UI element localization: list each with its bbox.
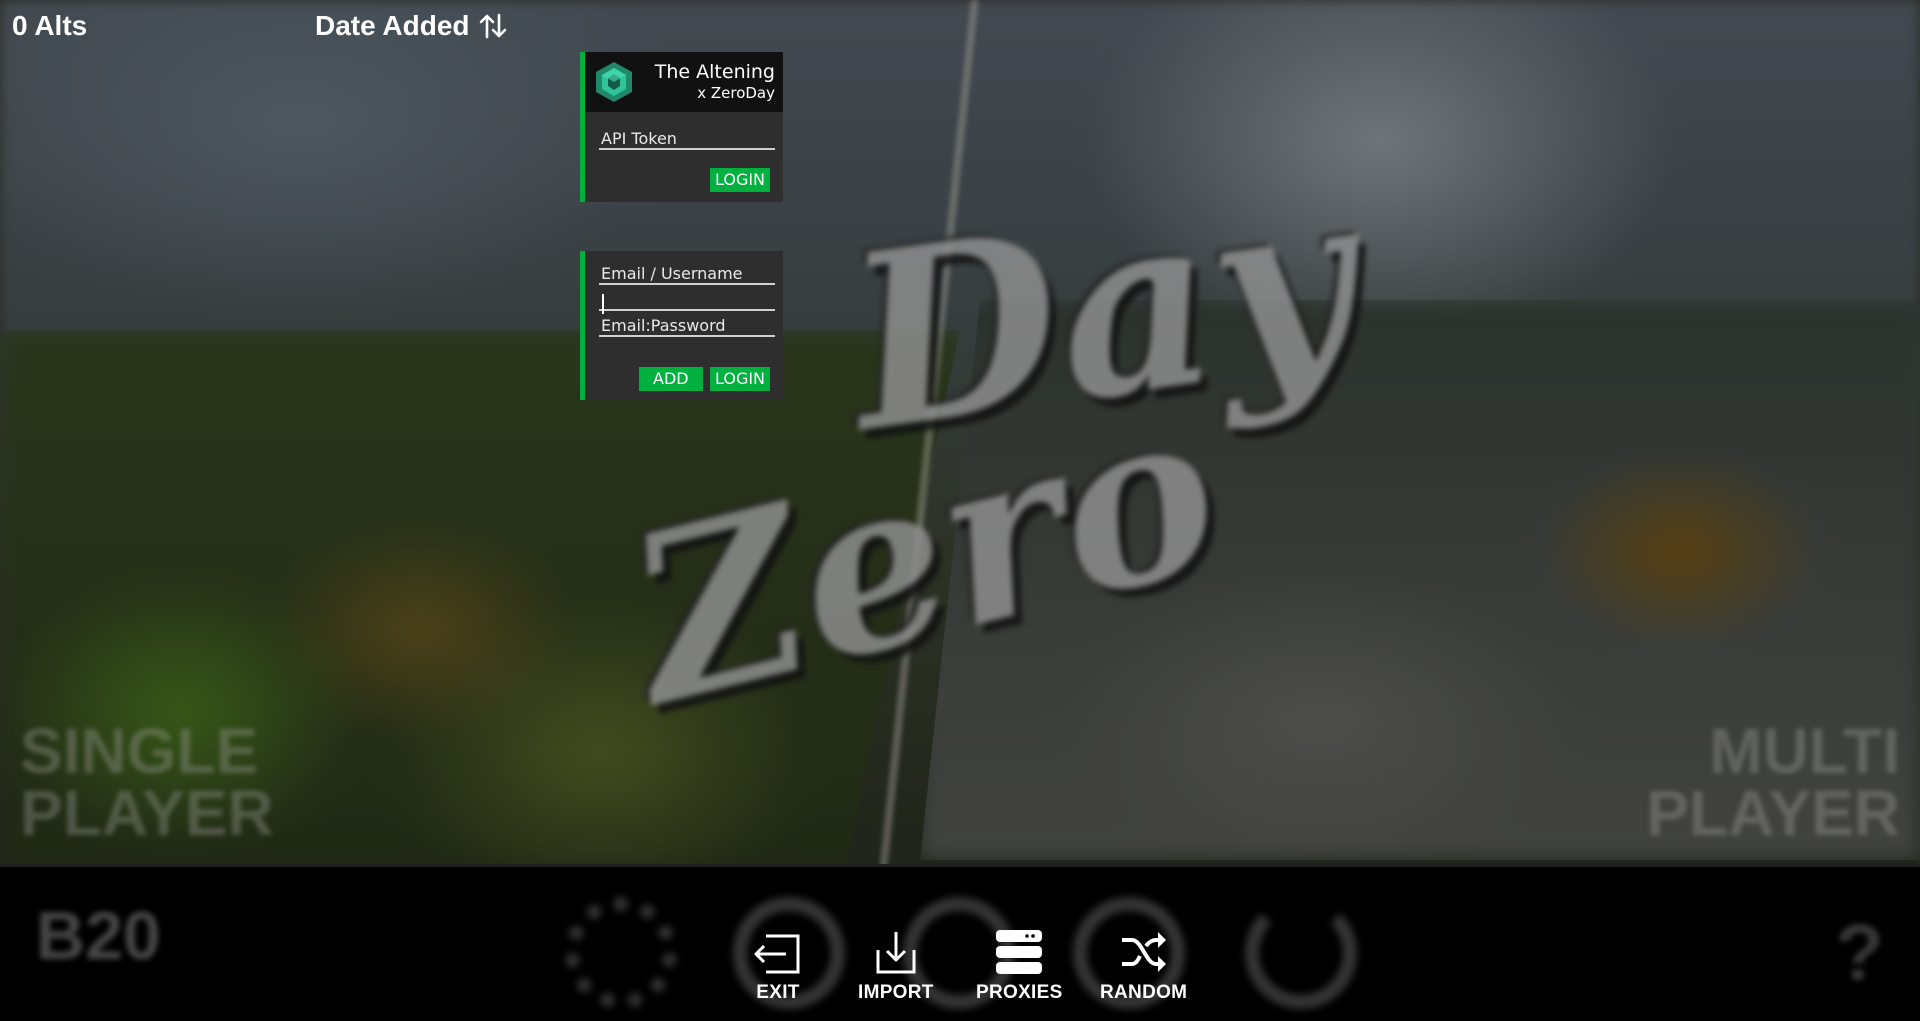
import-button[interactable]: IMPORT: [858, 928, 934, 1004]
email-password-combo-input[interactable]: [599, 311, 775, 337]
exit-label: EXIT: [756, 982, 800, 1003]
singleplayer-line-1: SINGLE: [20, 715, 259, 787]
altening-hexagon-icon: [596, 62, 632, 102]
password-input[interactable]: [599, 285, 775, 311]
random-button[interactable]: RANDOM: [1100, 928, 1187, 1004]
text-cursor: [602, 294, 604, 314]
random-label: RANDOM: [1100, 982, 1188, 1003]
altening-login-button[interactable]: LOGIN: [710, 168, 771, 192]
singleplayer-line-2: PLAYER: [20, 777, 274, 849]
zeroday-logo-background: Day Zero: [600, 136, 1370, 757]
import-icon: [876, 932, 916, 974]
background-multiplayer-label: MULTI PLAYER: [1646, 715, 1900, 849]
exit-button[interactable]: EXIT: [752, 928, 804, 1004]
altening-panel: The Altening x ZeroDay LOGIN: [580, 52, 783, 202]
import-label: IMPORT: [858, 982, 934, 1003]
altening-header: The Altening x ZeroDay: [585, 52, 783, 112]
proxies-button[interactable]: PROXIES: [976, 928, 1063, 1004]
alt-count: 0 Alts: [12, 10, 88, 41]
add-account-button[interactable]: ADD: [639, 367, 703, 391]
multiplayer-line-1: MULTI: [1709, 715, 1900, 787]
bottom-actions: EXIT IMPORT PROXIES RANDOM: [0, 928, 1920, 1018]
shuffle-icon: [1121, 932, 1166, 972]
account-login-button[interactable]: LOGIN: [710, 367, 771, 391]
email-username-input[interactable]: [599, 259, 775, 285]
altening-title: The Altening: [654, 61, 775, 83]
account-login-panel: ADD LOGIN: [580, 251, 783, 400]
proxies-icon: [996, 930, 1043, 974]
exit-icon: [754, 934, 800, 974]
sort-label: Date Added: [315, 10, 470, 41]
altening-subtitle: x ZeroDay: [697, 84, 775, 102]
sort-button[interactable]: Date Added: [315, 10, 508, 42]
api-token-input[interactable]: [599, 124, 775, 150]
swap-vertical-icon: [479, 13, 506, 39]
background-singleplayer-label: SINGLE PLAYER: [20, 715, 274, 849]
multiplayer-line-2: PLAYER: [1646, 777, 1900, 849]
proxies-label: PROXIES: [976, 982, 1063, 1003]
